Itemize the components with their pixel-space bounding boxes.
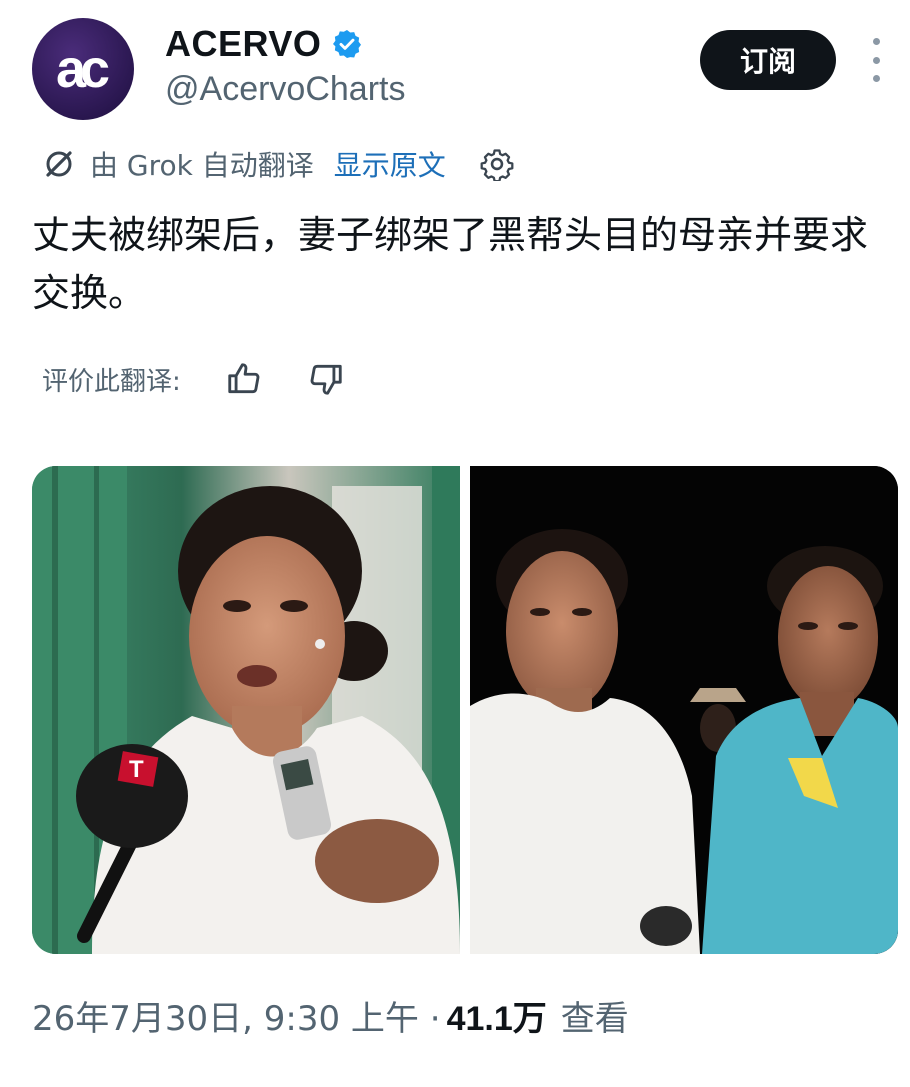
rate-translation-label: 评价此翻译: — [42, 366, 181, 397]
views-label: 查看 — [560, 998, 629, 1039]
tweet-photo-left[interactable]: T — [32, 466, 460, 954]
auto-translated-label: 由 Grok 自动翻译 — [90, 149, 314, 182]
thumbs-up-icon[interactable] — [225, 360, 263, 398]
avatar[interactable]: ac — [32, 18, 134, 120]
rate-translation-row: 评价此翻译: — [42, 356, 345, 402]
timestamp[interactable]: 26年7月30日, 9:30 上午 · — [32, 991, 441, 1040]
tweet-text: 丈夫被绑架后，妻子绑架了黑帮头目的母亲并要求交换。 — [32, 213, 869, 315]
account-handle[interactable]: @AcervoCharts — [165, 70, 405, 109]
verified-badge-icon — [331, 28, 363, 60]
name-row: ACERVO — [165, 22, 363, 66]
svg-text:T: T — [129, 756, 144, 783]
tweet-meta-row: 26年7月30日, 9:30 上午 · 41.1万 查看 — [32, 990, 629, 1040]
view-count: 41.1万 — [446, 999, 547, 1038]
display-name[interactable]: ACERVO — [165, 23, 321, 65]
thumbs-down-icon[interactable] — [307, 360, 345, 398]
gear-icon[interactable] — [480, 147, 514, 181]
grok-icon — [42, 147, 76, 181]
avatar-logo-text: ac — [55, 39, 110, 99]
translation-row: 由 Grok 自动翻译 显示原文 — [42, 142, 514, 186]
more-icon[interactable] — [866, 38, 886, 82]
show-original-link[interactable]: 显示原文 — [334, 144, 446, 184]
tweet-photo-right[interactable] — [470, 466, 898, 954]
subscribe-button[interactable]: 订阅 — [700, 30, 836, 90]
